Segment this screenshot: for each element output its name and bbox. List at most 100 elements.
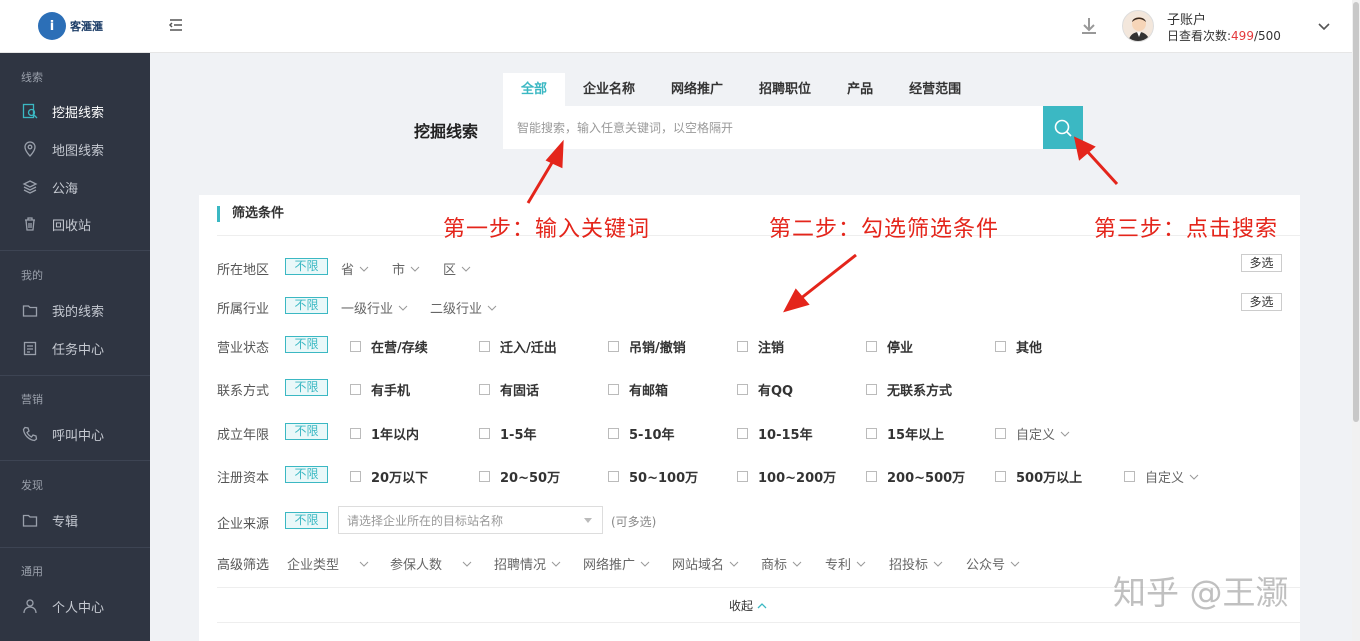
checkbox-box[interactable]: [737, 341, 748, 352]
checkbox-box[interactable]: [479, 471, 490, 482]
chevron-down-icon[interactable]: [1316, 18, 1332, 34]
online-promotion-dropdown[interactable]: 网络推广: [583, 554, 650, 573]
checkbox-box[interactable]: [350, 341, 361, 352]
industry-multi-select-button[interactable]: 多选: [1241, 293, 1282, 311]
sidebar-item-task-center[interactable]: 任务中心: [0, 330, 150, 366]
trademark-dropdown[interactable]: 商标: [761, 554, 802, 573]
scrollbar[interactable]: [1352, 0, 1360, 641]
capital-checkbox[interactable]: 500万以上: [995, 467, 1082, 486]
checkbox-box[interactable]: [350, 384, 361, 395]
checkbox-box[interactable]: [608, 384, 619, 395]
sidebar-item-dig-leads[interactable]: 挖掘线索: [0, 93, 150, 129]
sidebar-item-public-sea[interactable]: 公海: [0, 169, 150, 205]
source-site-select[interactable]: 请选择企业所在的目标站名称: [338, 506, 603, 534]
checkbox-box[interactable]: [737, 384, 748, 395]
app-logo[interactable]: i 客滙滙: [38, 10, 138, 42]
founded-checkbox[interactable]: 5-10年: [608, 424, 675, 443]
search-input[interactable]: 智能搜索，输入任意关键词，以空格隔开: [503, 106, 1043, 149]
insured-count-dropdown[interactable]: 参保人数: [390, 554, 472, 573]
sidebar-item-album[interactable]: 专辑: [0, 502, 150, 538]
region-multi-select-button[interactable]: 多选: [1241, 254, 1282, 272]
sidebar-item-my-leads[interactable]: 我的线索: [0, 292, 150, 328]
founded-unlimited-button[interactable]: 不限: [285, 423, 328, 440]
status-checkbox[interactable]: 其他: [995, 337, 1042, 356]
status-checkbox[interactable]: 停业: [866, 337, 913, 356]
capital-unlimited-button[interactable]: 不限: [285, 466, 328, 483]
province-dropdown[interactable]: 省: [341, 259, 369, 278]
sidebar-item-recycle-bin[interactable]: 回收站: [0, 206, 150, 242]
district-dropdown[interactable]: 区: [443, 259, 471, 278]
checkbox-box[interactable]: [995, 428, 1006, 439]
contact-checkbox[interactable]: 有QQ: [737, 380, 793, 399]
source-unlimited-button[interactable]: 不限: [285, 512, 328, 529]
capital-checkbox[interactable]: 200~500万: [866, 467, 965, 486]
capital-checkbox[interactable]: 100~200万: [737, 467, 836, 486]
checkbox-box[interactable]: [479, 428, 490, 439]
status-checkbox[interactable]: 在营/存续: [350, 337, 428, 356]
checkbox-box[interactable]: [995, 341, 1006, 352]
contact-checkbox[interactable]: 有手机: [350, 380, 410, 399]
founded-checkbox[interactable]: 1年以内: [350, 424, 419, 443]
patent-dropdown[interactable]: 专利: [825, 554, 866, 573]
recruitment-dropdown[interactable]: 招聘情况: [494, 554, 561, 573]
founded-checkbox[interactable]: 10-15年: [737, 424, 813, 443]
tab-business-scope[interactable]: 经营范围: [891, 73, 979, 107]
sidebar-item-call-center[interactable]: 呼叫中心: [0, 416, 150, 452]
scrollbar-thumb[interactable]: [1353, 2, 1359, 422]
checkbox-box[interactable]: [866, 384, 877, 395]
sidebar-item-map-leads[interactable]: 地图线索: [0, 131, 150, 167]
checkbox-box[interactable]: [866, 341, 877, 352]
industry-unlimited-button[interactable]: 不限: [285, 297, 328, 314]
user-icon: [22, 598, 38, 614]
contact-checkbox[interactable]: 有邮箱: [608, 380, 668, 399]
checkbox-box[interactable]: [737, 428, 748, 439]
contact-checkbox[interactable]: 有固话: [479, 380, 539, 399]
checkbox-box[interactable]: [995, 471, 1006, 482]
status-checkbox[interactable]: 注销: [737, 337, 784, 356]
checkbox-box[interactable]: [866, 471, 877, 482]
tab-all[interactable]: 全部: [503, 73, 566, 107]
checkbox-box[interactable]: [479, 384, 490, 395]
status-checkbox[interactable]: 迁入/迁出: [479, 337, 557, 356]
website-domain-dropdown[interactable]: 网站域名: [672, 554, 739, 573]
capital-checkbox[interactable]: 20~50万: [479, 467, 560, 486]
status-unlimited-button[interactable]: 不限: [285, 336, 328, 353]
checkbox-box[interactable]: [608, 428, 619, 439]
founded-checkbox[interactable]: 15年以上: [866, 424, 944, 443]
checkbox-box[interactable]: [350, 428, 361, 439]
tab-company-name[interactable]: 企业名称: [565, 73, 653, 107]
founded-custom-dropdown[interactable]: 自定义: [995, 424, 1070, 443]
tab-job-posting[interactable]: 招聘职位: [741, 73, 829, 107]
checkbox-box[interactable]: [479, 341, 490, 352]
checkbox-box[interactable]: [737, 471, 748, 482]
status-checkbox[interactable]: 吊销/撤销: [608, 337, 686, 356]
checkbox-box[interactable]: [608, 471, 619, 482]
contact-checkbox[interactable]: 无联系方式: [866, 380, 952, 399]
industry-level1-dropdown[interactable]: 一级行业: [341, 298, 408, 317]
collapse-button[interactable]: 收起: [729, 597, 767, 614]
tab-product[interactable]: 产品: [829, 73, 891, 107]
founded-checkbox[interactable]: 1-5年: [479, 424, 537, 443]
contact-unlimited-button[interactable]: 不限: [285, 379, 328, 396]
capital-checkbox[interactable]: 50~100万: [608, 467, 698, 486]
avatar[interactable]: [1122, 10, 1154, 42]
sidebar-item-personal-center[interactable]: 个人中心: [0, 588, 150, 624]
menu-toggle-icon[interactable]: [168, 17, 186, 35]
checkbox-box[interactable]: [350, 471, 361, 482]
chevron-down-icon: [1010, 561, 1020, 567]
bidding-dropdown[interactable]: 招投标: [889, 554, 943, 573]
official-account-dropdown[interactable]: 公众号: [966, 554, 1020, 573]
industry-level2-dropdown[interactable]: 二级行业: [430, 298, 497, 317]
checkbox-box[interactable]: [866, 428, 877, 439]
company-type-dropdown[interactable]: 企业类型: [287, 554, 369, 573]
chevron-down-icon: [856, 561, 866, 567]
search-button[interactable]: [1043, 106, 1083, 149]
checkbox-box[interactable]: [608, 341, 619, 352]
checkbox-box[interactable]: [1124, 471, 1135, 482]
tab-online-promotion[interactable]: 网络推广: [653, 73, 741, 107]
capital-checkbox[interactable]: 20万以下: [350, 467, 428, 486]
region-unlimited-button[interactable]: 不限: [285, 258, 328, 275]
capital-custom-dropdown[interactable]: 自定义: [1124, 467, 1199, 486]
city-dropdown[interactable]: 市: [392, 259, 420, 278]
download-icon[interactable]: [1079, 15, 1099, 37]
